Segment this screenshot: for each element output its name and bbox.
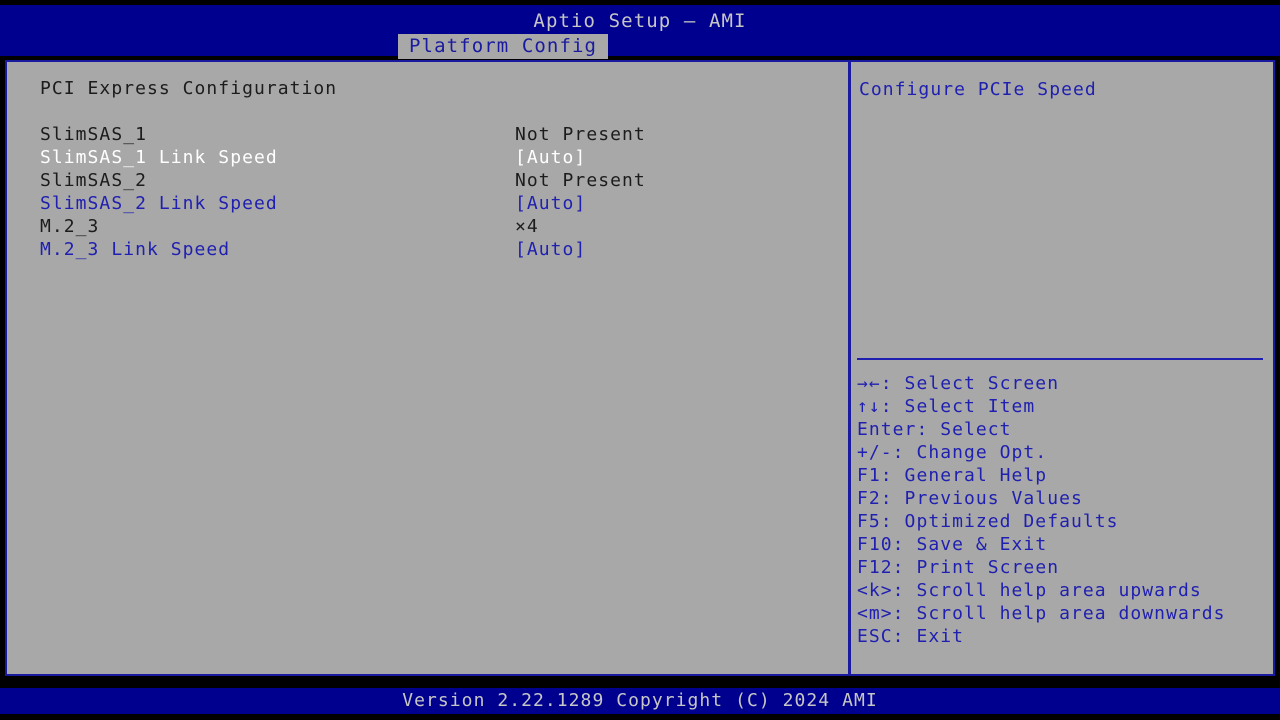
help-description: Configure PCIe Speed bbox=[859, 78, 1259, 101]
footer-bar: Version 2.22.1289 Copyright (C) 2024 AMI bbox=[0, 688, 1280, 714]
setting-value: ×4 bbox=[515, 215, 539, 238]
key-legend-row: ESC: Exit bbox=[857, 625, 1269, 648]
key-legend-text: : Print Screen bbox=[893, 557, 1059, 578]
key-legend-row: <m>: Scroll help area downwards bbox=[857, 602, 1269, 625]
key-legend-row: Enter: Select bbox=[857, 418, 1269, 441]
setting-row: SlimSAS_1 Not Present bbox=[40, 123, 840, 146]
settings-item-list: SlimSAS_1Not PresentSlimSAS_1 Link Speed… bbox=[40, 123, 840, 261]
key-legend-text: : Exit bbox=[893, 626, 964, 647]
bios-setup-screen: Aptio Setup – AMI Platform Config PCI Ex… bbox=[0, 0, 1280, 720]
setting-row[interactable]: M.2_3 Link Speed [Auto] bbox=[40, 238, 840, 261]
key-legend-row: F10: Save & Exit bbox=[857, 533, 1269, 556]
setting-value[interactable]: [Auto] bbox=[515, 192, 586, 215]
setting-value[interactable]: [Auto] bbox=[515, 146, 586, 169]
settings-pane: PCI Express Configuration SlimSAS_1 Not P… bbox=[5, 60, 850, 676]
setting-label: SlimSAS_1 bbox=[40, 123, 147, 146]
app-title: Aptio Setup – AMI bbox=[0, 10, 1280, 32]
key-legend-key: <m> bbox=[857, 603, 893, 624]
key-legend-row: F5: Optimized Defaults bbox=[857, 510, 1269, 533]
setting-row[interactable]: SlimSAS_1 Link Speed [Auto] bbox=[40, 146, 840, 169]
key-legend-key: F1 bbox=[857, 465, 881, 486]
key-legend-row: <k>: Scroll help area upwards bbox=[857, 579, 1269, 602]
key-legend-key: ESC bbox=[857, 626, 893, 647]
key-legend-key: F5 bbox=[857, 511, 881, 532]
key-legend-row: →←: Select Screen bbox=[857, 372, 1269, 395]
version-string: Version 2.22.1289 Copyright (C) 2024 AMI bbox=[0, 690, 1280, 711]
key-legend-text: : Optimized Defaults bbox=[881, 511, 1119, 532]
key-legend-text: : Previous Values bbox=[881, 488, 1083, 509]
key-legend-key: F2 bbox=[857, 488, 881, 509]
setting-row[interactable]: SlimSAS_2 Link Speed [Auto] bbox=[40, 192, 840, 215]
key-legend-row: F12: Print Screen bbox=[857, 556, 1269, 579]
key-legend-text: : Change Opt. bbox=[893, 442, 1048, 463]
setting-value[interactable]: [Auto] bbox=[515, 238, 586, 261]
section-title: PCI Express Configuration bbox=[40, 78, 337, 99]
key-legend-key: →← bbox=[857, 373, 881, 394]
setting-label: SlimSAS_2 bbox=[40, 169, 147, 192]
key-legend-row: F1: General Help bbox=[857, 464, 1269, 487]
key-legend-key: F10 bbox=[857, 534, 893, 555]
key-legend-text: : Scroll help area upwards bbox=[893, 580, 1202, 601]
key-legend-key: ↑↓ bbox=[857, 396, 881, 417]
key-legend-key: F12 bbox=[857, 557, 893, 578]
key-legend-text: : Select bbox=[916, 419, 1011, 440]
key-legend-row: F2: Previous Values bbox=[857, 487, 1269, 510]
key-legend-key: +/- bbox=[857, 442, 893, 463]
tab-platform-config[interactable]: Platform Config bbox=[398, 34, 608, 59]
key-legend-text: : Scroll help area downwards bbox=[893, 603, 1226, 624]
setting-row: SlimSAS_2 Not Present bbox=[40, 169, 840, 192]
setting-label: M.2_3 Link Speed bbox=[40, 238, 230, 261]
key-legend-row: +/-: Change Opt. bbox=[857, 441, 1269, 464]
setting-value: Not Present bbox=[515, 123, 646, 146]
key-legend-key: Enter bbox=[857, 419, 916, 440]
key-legend-text: : General Help bbox=[881, 465, 1047, 486]
setting-label: M.2_3 bbox=[40, 215, 99, 238]
header-bar: Aptio Setup – AMI Platform Config bbox=[0, 5, 1280, 56]
help-pane: Configure PCIe Speed →←: Select Screen↑↓… bbox=[848, 60, 1275, 676]
key-legend-text: : Save & Exit bbox=[893, 534, 1048, 555]
key-legend-list: →←: Select Screen↑↓: Select ItemEnter: S… bbox=[857, 372, 1269, 648]
setting-row: M.2_3 ×4 bbox=[40, 215, 840, 238]
help-divider bbox=[857, 358, 1263, 360]
key-legend-text: : Select Screen bbox=[881, 373, 1059, 394]
setting-label: SlimSAS_2 Link Speed bbox=[40, 192, 278, 215]
setting-label: SlimSAS_1 Link Speed bbox=[40, 146, 278, 169]
setting-value: Not Present bbox=[515, 169, 646, 192]
key-legend-key: <k> bbox=[857, 580, 893, 601]
key-legend-row: ↑↓: Select Item bbox=[857, 395, 1269, 418]
tab-bar: Platform Config bbox=[0, 34, 1280, 59]
key-legend-text: : Select Item bbox=[881, 396, 1036, 417]
